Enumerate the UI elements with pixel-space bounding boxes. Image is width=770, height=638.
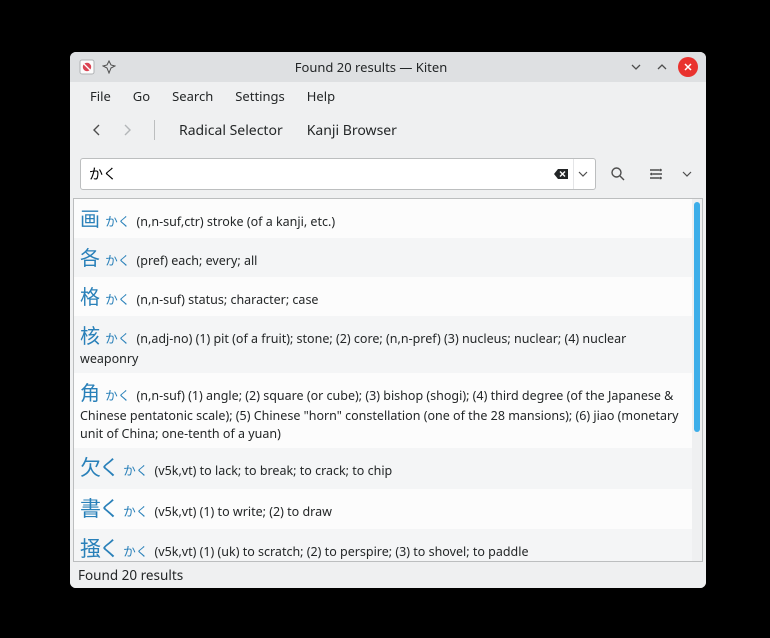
search-button[interactable] xyxy=(602,159,634,189)
scrollbar[interactable] xyxy=(692,199,702,561)
pin-icon[interactable] xyxy=(102,60,116,74)
statusbar: Found 20 results xyxy=(70,562,706,588)
entry-headword[interactable]: 掻く xyxy=(80,535,118,561)
search-box xyxy=(80,158,596,190)
entry-headword[interactable]: 格 xyxy=(80,283,100,310)
toolbar: Radical Selector Kanji Browser xyxy=(70,110,706,150)
entry-definition: (pref) each; every; all xyxy=(137,252,258,269)
filter-button[interactable] xyxy=(640,159,672,189)
entry-reading[interactable]: かく xyxy=(102,213,134,230)
entry-definition: (n,n-suf,ctr) stroke (of a kanji, etc.) xyxy=(137,213,336,230)
entry-reading[interactable]: かく xyxy=(120,503,152,520)
entry-reading[interactable]: かく xyxy=(102,291,134,308)
kanji-browser-button[interactable]: Kanji Browser xyxy=(297,117,407,144)
menu-settings[interactable]: Settings xyxy=(225,83,294,109)
result-entry[interactable]: 書く かく (v5k,vt) (1) to write; (2) to draw xyxy=(74,489,692,529)
app-window: Found 20 results — Kiten File Go Search … xyxy=(70,52,706,588)
entry-headword[interactable]: 書く xyxy=(80,495,118,523)
filter-dropdown[interactable] xyxy=(678,159,696,189)
menu-search[interactable]: Search xyxy=(162,83,223,109)
results-list[interactable]: 画 かく (n,n-suf,ctr) stroke (of a kanji, e… xyxy=(74,199,692,561)
entry-headword[interactable]: 画 xyxy=(80,205,100,232)
entry-reading[interactable]: かく xyxy=(102,387,134,404)
search-input[interactable] xyxy=(89,166,551,182)
entry-definition: (n,adj-no) (1) pit (of a fruit); stone; … xyxy=(80,330,626,367)
close-button[interactable] xyxy=(678,57,698,77)
entry-definition: (n,n-suf) (1) angle; (2) square (or cube… xyxy=(80,387,679,442)
menu-help[interactable]: Help xyxy=(297,83,345,109)
result-entry[interactable]: 格 かく (n,n-suf) status; character; case xyxy=(74,277,692,316)
forward-button[interactable] xyxy=(114,117,140,143)
titlebar: Found 20 results — Kiten xyxy=(70,52,706,82)
entry-reading[interactable]: かく xyxy=(102,330,134,347)
radical-selector-button[interactable]: Radical Selector xyxy=(169,117,293,144)
clear-search-icon[interactable] xyxy=(551,164,571,184)
entry-headword[interactable]: 欠く xyxy=(80,454,118,482)
result-entry[interactable]: 欠く かく (v5k,vt) to lack; to break; to cra… xyxy=(74,448,692,488)
entry-definition: (v5k,vt) (1) to write; (2) to draw xyxy=(155,503,332,520)
window-title: Found 20 results — Kiten xyxy=(122,58,620,76)
entry-reading[interactable]: かく xyxy=(120,543,152,560)
minimize-button[interactable] xyxy=(626,57,646,77)
entry-definition: (v5k,vt) to lack; to break; to crack; to… xyxy=(155,462,393,479)
result-entry[interactable]: 画 かく (n,n-suf,ctr) stroke (of a kanji, e… xyxy=(74,199,692,238)
menu-file[interactable]: File xyxy=(80,83,121,109)
menu-go[interactable]: Go xyxy=(123,83,160,109)
back-button[interactable] xyxy=(84,117,110,143)
entry-headword[interactable]: 角 xyxy=(80,379,100,406)
entry-reading[interactable]: かく xyxy=(120,462,152,479)
entry-headword[interactable]: 各 xyxy=(80,244,100,271)
toolbar-separator xyxy=(154,120,155,140)
entry-definition: (v5k,vt) (1) (uk) to scratch; (2) to per… xyxy=(155,543,529,560)
scrollbar-thumb[interactable] xyxy=(694,202,700,432)
result-entry[interactable]: 角 かく (n,n-suf) (1) angle; (2) square (or… xyxy=(74,373,692,448)
entry-definition: (n,n-suf) status; character; case xyxy=(137,291,319,308)
app-icon xyxy=(78,58,96,76)
result-entry[interactable]: 各 かく (pref) each; every; all xyxy=(74,238,692,277)
status-text: Found 20 results xyxy=(78,566,183,584)
maximize-button[interactable] xyxy=(652,57,672,77)
menubar: File Go Search Settings Help xyxy=(70,82,706,110)
entry-reading[interactable]: かく xyxy=(102,252,134,269)
results-container: 画 かく (n,n-suf,ctr) stroke (of a kanji, e… xyxy=(73,198,703,562)
result-entry[interactable]: 核 かく (n,adj-no) (1) pit (of a fruit); st… xyxy=(74,316,692,373)
entry-headword[interactable]: 核 xyxy=(80,322,100,349)
result-entry[interactable]: 掻く かく (v5k,vt) (1) (uk) to scratch; (2) … xyxy=(74,529,692,561)
search-history-dropdown[interactable] xyxy=(573,159,591,189)
searchbar xyxy=(70,150,706,198)
